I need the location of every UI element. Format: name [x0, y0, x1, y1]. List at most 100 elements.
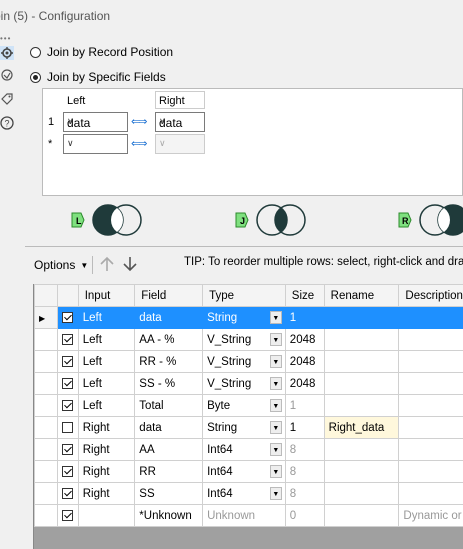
description-cell[interactable] — [398, 350, 463, 373]
move-down-icon[interactable] — [121, 255, 139, 273]
select-checkbox[interactable] — [61, 311, 73, 323]
table-row[interactable]: Right AA Int64 ▼ 8 — [34, 438, 463, 461]
rename-cell[interactable] — [323, 504, 400, 527]
type-cell[interactable]: V_String ▼ — [202, 372, 286, 395]
row-indicator[interactable] — [34, 394, 58, 417]
type-cell[interactable]: V_String ▼ — [202, 350, 286, 373]
table-row[interactable]: ▶ Left data String ▼ 1 — [34, 306, 463, 329]
row-indicator[interactable] — [34, 416, 58, 439]
type-dropdown-chevron-icon[interactable]: ▼ — [269, 487, 282, 500]
select-checkbox-cell[interactable] — [56, 372, 79, 395]
column-header-field[interactable]: Field — [134, 284, 204, 307]
type-dropdown-chevron-icon[interactable]: ▼ — [269, 377, 282, 390]
type-dropdown-chevron-icon[interactable]: ▼ — [269, 311, 282, 324]
description-cell[interactable] — [398, 438, 463, 461]
radio-join-by-specific-fields[interactable]: Join by Specific Fields — [30, 70, 166, 84]
select-checkbox-cell[interactable] — [56, 350, 79, 373]
rename-cell[interactable] — [323, 328, 400, 351]
type-cell[interactable]: Byte ▼ — [202, 394, 286, 417]
size-cell[interactable]: 1 — [284, 394, 325, 417]
row-indicator[interactable] — [34, 482, 58, 505]
size-cell[interactable]: 8 — [284, 460, 325, 483]
table-row[interactable]: Left Total Byte ▼ 1 — [34, 394, 463, 417]
table-row[interactable]: *Unknown Unknown 0 Dynamic or — [34, 504, 463, 527]
select-checkbox-cell[interactable] — [56, 460, 79, 483]
rename-cell[interactable] — [323, 460, 400, 483]
right-join-venn-icon[interactable]: R — [397, 202, 463, 238]
type-cell[interactable]: Int64 ▼ — [202, 438, 286, 461]
table-row[interactable]: Right RR Int64 ▼ 8 — [34, 460, 463, 483]
select-checkbox-cell[interactable] — [56, 482, 79, 505]
rename-cell[interactable] — [323, 372, 400, 395]
rename-cell[interactable] — [323, 350, 400, 373]
description-cell[interactable] — [398, 372, 463, 395]
description-cell[interactable] — [398, 416, 463, 439]
table-row[interactable]: Right data String ▼ 1 Right_data — [34, 416, 463, 439]
rename-cell[interactable] — [323, 482, 400, 505]
tools-icon[interactable] — [0, 68, 14, 82]
rename-cell[interactable] — [323, 306, 400, 329]
type-dropdown-chevron-icon[interactable]: ▼ — [269, 443, 282, 456]
select-checkbox-cell[interactable] — [56, 416, 79, 439]
row-indicator[interactable] — [34, 372, 58, 395]
row-indicator[interactable] — [34, 328, 58, 351]
select-checkbox-cell[interactable] — [56, 306, 79, 329]
column-header-input[interactable]: Input — [77, 284, 136, 307]
size-cell[interactable]: 2048 — [284, 372, 325, 395]
column-header-rename[interactable]: Rename — [323, 284, 400, 307]
inner-join-venn-icon[interactable]: J — [234, 202, 309, 238]
select-checkbox[interactable] — [61, 399, 73, 411]
description-cell[interactable] — [398, 460, 463, 483]
size-cell[interactable]: 2048 — [284, 328, 325, 351]
type-cell[interactable]: String ▼ — [202, 416, 286, 439]
description-cell[interactable]: Dynamic or — [398, 504, 463, 527]
radio-join-by-record-position[interactable]: Join by Record Position — [30, 45, 173, 59]
description-cell[interactable] — [398, 394, 463, 417]
size-cell[interactable]: 1 — [284, 306, 325, 329]
type-dropdown-chevron-icon[interactable]: ▼ — [269, 333, 282, 346]
type-dropdown-chevron-icon[interactable]: ▼ — [269, 421, 282, 434]
select-checkbox-cell[interactable] — [56, 328, 79, 351]
type-dropdown-chevron-icon[interactable]: ▼ — [269, 399, 282, 412]
size-cell[interactable]: 0 — [284, 504, 325, 527]
description-cell[interactable] — [398, 306, 463, 329]
rename-cell[interactable]: Right_data — [323, 416, 400, 439]
left-field-dropdown-new[interactable]: ∨ — [63, 134, 128, 154]
type-cell[interactable]: String ▼ — [202, 306, 286, 329]
select-checkbox[interactable] — [61, 443, 73, 455]
select-checkbox[interactable] — [61, 377, 73, 389]
table-row[interactable]: Left AA - % V_String ▼ 2048 — [34, 328, 463, 351]
radio-circle-selected[interactable] — [30, 71, 41, 83]
row-indicator[interactable] — [34, 438, 58, 461]
left-join-venn-icon[interactable]: L — [70, 202, 145, 238]
column-header-type[interactable]: Type — [202, 284, 286, 307]
size-cell[interactable]: 1 — [284, 416, 325, 439]
description-cell[interactable] — [398, 328, 463, 351]
select-checkbox[interactable] — [61, 421, 73, 433]
select-checkbox[interactable] — [61, 355, 73, 367]
size-cell[interactable]: 8 — [284, 438, 325, 461]
options-dropdown-button[interactable]: Options ▼ — [30, 254, 92, 276]
table-row[interactable]: Left SS - % V_String ▼ 2048 — [34, 372, 463, 395]
type-cell[interactable]: V_String ▼ — [202, 328, 286, 351]
select-checkbox[interactable] — [61, 487, 73, 499]
move-up-icon[interactable] — [98, 255, 116, 273]
rename-cell[interactable] — [323, 438, 400, 461]
right-field-dropdown[interactable]: data ∨ — [155, 112, 205, 132]
radio-circle[interactable] — [30, 46, 41, 58]
type-cell[interactable]: Int64 ▼ — [202, 460, 286, 483]
type-cell[interactable]: Int64 ▼ — [202, 482, 286, 505]
column-header-size[interactable]: Size — [284, 284, 325, 307]
table-row[interactable]: Left RR - % V_String ▼ 2048 — [34, 350, 463, 373]
select-checkbox[interactable] — [61, 509, 73, 521]
select-checkbox[interactable] — [61, 333, 73, 345]
size-cell[interactable]: 2048 — [284, 350, 325, 373]
row-indicator[interactable] — [34, 460, 58, 483]
table-row[interactable]: Right SS Int64 ▼ 8 — [34, 482, 463, 505]
type-dropdown-chevron-icon[interactable]: ▼ — [269, 465, 282, 478]
select-checkbox-cell[interactable] — [56, 438, 79, 461]
row-indicator[interactable] — [34, 350, 58, 373]
type-dropdown-chevron-icon[interactable]: ▼ — [269, 355, 282, 368]
left-field-dropdown[interactable]: data ∨ — [63, 112, 128, 132]
gear-icon[interactable] — [0, 46, 14, 60]
